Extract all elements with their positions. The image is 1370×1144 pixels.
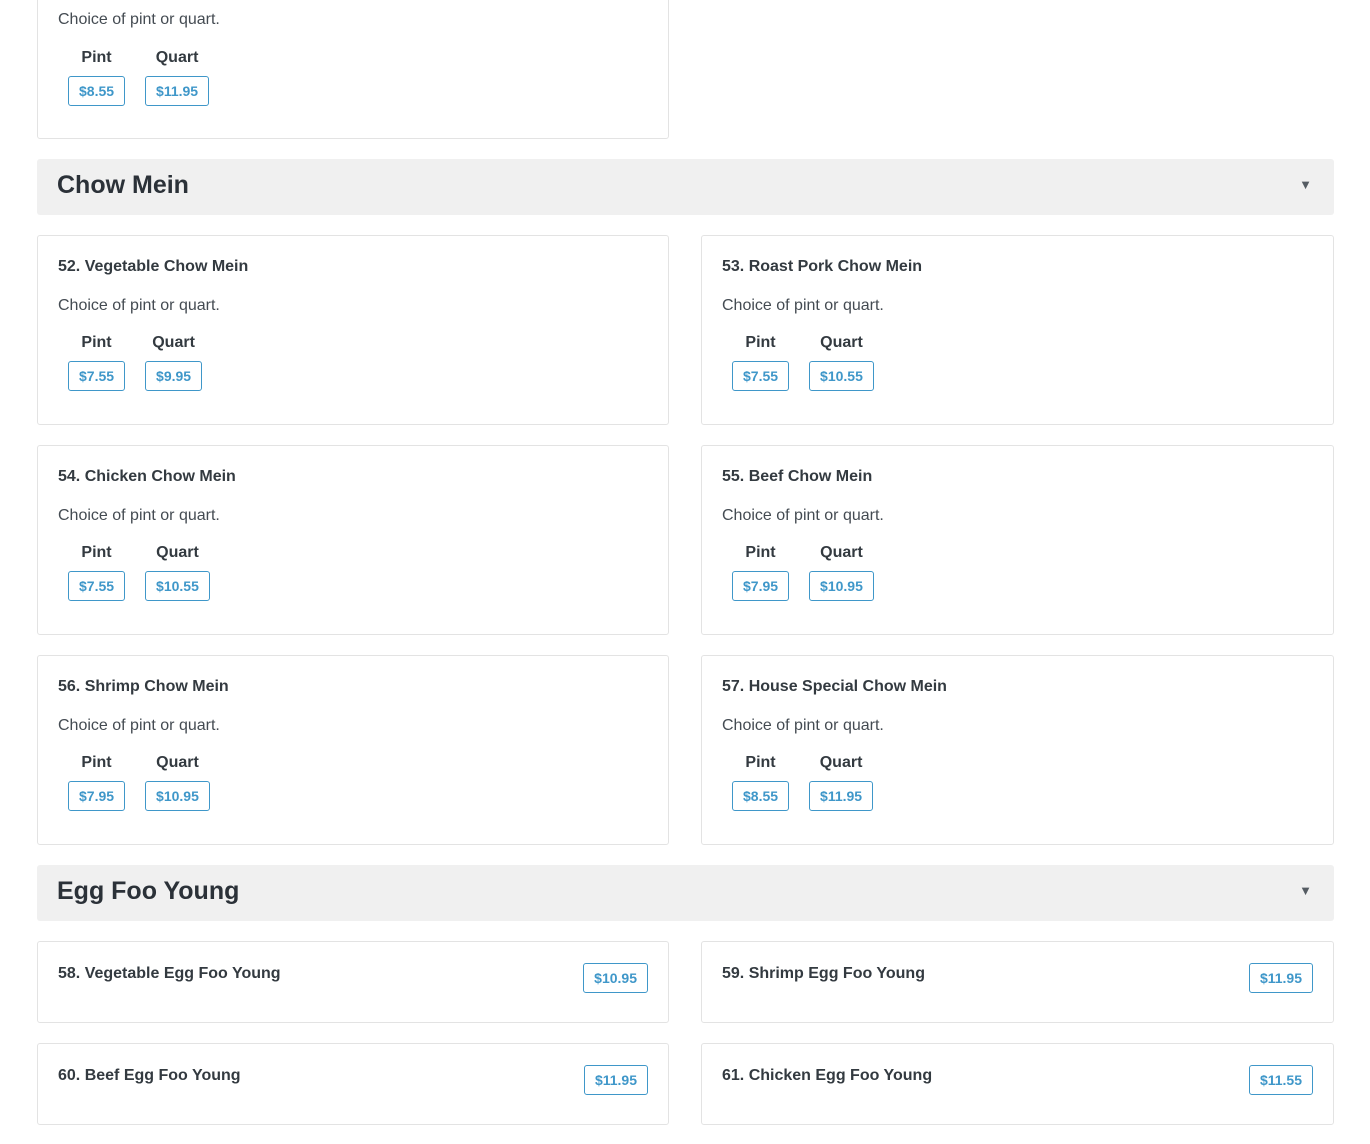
- price-button-pint[interactable]: $8.55: [68, 76, 126, 106]
- option-label-pint: Pint: [81, 544, 112, 561]
- item-name: 54. Chicken Chow Mein: [58, 468, 236, 485]
- price-button[interactable]: $11.95: [583, 1065, 648, 1095]
- menu-item-card[interactable]: 60. Beef Egg Foo Young $11.95: [37, 1043, 669, 1125]
- item-description: Choice of pint or quart.: [58, 717, 220, 734]
- price-button-pint[interactable]: $7.55: [68, 571, 126, 601]
- option-label-quart: Quart: [156, 754, 199, 771]
- price-button-pint[interactable]: $7.95: [732, 571, 790, 601]
- item-name: 56. Shrimp Chow Mein: [58, 678, 229, 695]
- item-name: 59. Shrimp Egg Foo Young: [722, 965, 925, 982]
- price-button[interactable]: $10.95: [583, 963, 648, 993]
- menu-item-card: Choice of pint or quart. Pint $8.55 Quar…: [37, 0, 669, 139]
- option-label-quart: Quart: [155, 49, 199, 66]
- item-description: Choice of pint or quart.: [722, 507, 884, 524]
- caret-down-icon: ▼: [1299, 883, 1312, 898]
- menu-item-card[interactable]: 52. Vegetable Chow Mein Choice of pint o…: [37, 235, 669, 425]
- price-button-quart[interactable]: $11.95: [809, 781, 874, 811]
- item-description: Choice of pint or quart.: [722, 297, 884, 314]
- price-button[interactable]: $11.95: [1248, 963, 1313, 993]
- item-name: 53. Roast Pork Chow Mein: [722, 258, 923, 275]
- item-description: Choice of pint or quart.: [58, 297, 220, 314]
- menu-item-card[interactable]: 57. House Special Chow Mein Choice of pi…: [701, 655, 1334, 845]
- option-label-pint: Pint: [745, 334, 776, 351]
- price-button-quart[interactable]: $9.95: [145, 361, 203, 391]
- option-label-quart: Quart: [152, 334, 195, 351]
- option-label-quart: Quart: [820, 334, 863, 351]
- option-label-pint: Pint: [745, 754, 776, 771]
- section-header-egg-foo-young[interactable]: Egg Foo Young ▼: [37, 865, 1334, 921]
- section-header-chow-mein[interactable]: Chow Mein ▼: [37, 159, 1334, 215]
- menu-item-card[interactable]: 54. Chicken Chow Mein Choice of pint or …: [37, 445, 669, 635]
- price-button-quart[interactable]: $10.55: [809, 361, 874, 391]
- caret-down-icon: ▼: [1299, 177, 1312, 192]
- item-description: Choice of pint or quart.: [58, 507, 220, 524]
- menu-item-card[interactable]: 53. Roast Pork Chow Mein Choice of pint …: [701, 235, 1334, 425]
- item-name: 58. Vegetable Egg Foo Young: [58, 965, 281, 982]
- menu-item-card[interactable]: 59. Shrimp Egg Foo Young $11.95: [701, 941, 1334, 1023]
- option-label-pint: Pint: [745, 544, 776, 561]
- option-label-pint: Pint: [81, 49, 112, 66]
- section-title: Chow Mein: [57, 171, 189, 199]
- section-title: Egg Foo Young: [57, 877, 240, 905]
- option-label-quart: Quart: [156, 544, 199, 561]
- option-label-pint: Pint: [81, 334, 112, 351]
- price-button[interactable]: $11.55: [1248, 1065, 1313, 1095]
- item-name: 60. Beef Egg Foo Young: [58, 1067, 241, 1084]
- menu-item-card[interactable]: 58. Vegetable Egg Foo Young $10.95: [37, 941, 669, 1023]
- item-description: Choice of pint or quart.: [722, 717, 884, 734]
- item-description: Choice of pint or quart.: [58, 11, 220, 28]
- price-button-pint[interactable]: $7.55: [68, 361, 126, 391]
- price-button-pint[interactable]: $7.95: [68, 781, 126, 811]
- item-name: 57. House Special Chow Mein: [722, 678, 947, 695]
- price-button-quart[interactable]: $10.95: [809, 571, 874, 601]
- menu-item-card[interactable]: 61. Chicken Egg Foo Young $11.55: [701, 1043, 1334, 1125]
- item-name: 61. Chicken Egg Foo Young: [722, 1067, 933, 1084]
- option-label-quart: Quart: [820, 544, 863, 561]
- item-name: 55. Beef Chow Mein: [722, 468, 873, 485]
- price-button-pint[interactable]: $8.55: [732, 781, 790, 811]
- menu-item-card[interactable]: 56. Shrimp Chow Mein Choice of pint or q…: [37, 655, 669, 845]
- price-button-quart[interactable]: $11.95: [145, 76, 210, 106]
- item-name: 52. Vegetable Chow Mein: [58, 258, 249, 275]
- option-label-quart: Quart: [819, 754, 863, 771]
- price-button-quart[interactable]: $10.55: [145, 571, 210, 601]
- price-button-pint[interactable]: $7.55: [732, 361, 790, 391]
- menu-item-card[interactable]: 55. Beef Chow Mein Choice of pint or qua…: [701, 445, 1334, 635]
- option-label-pint: Pint: [81, 754, 112, 771]
- price-button-quart[interactable]: $10.95: [145, 781, 210, 811]
